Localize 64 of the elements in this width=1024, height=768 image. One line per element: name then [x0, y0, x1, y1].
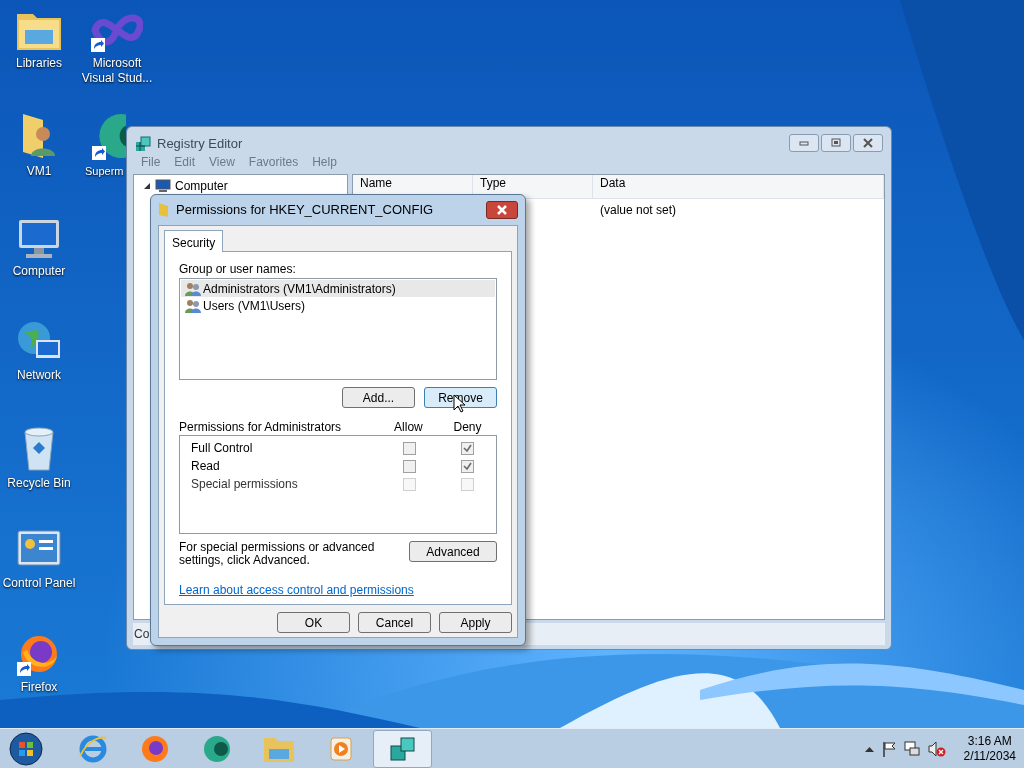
permission-name: Read: [191, 458, 221, 475]
dialog-title: Permissions for HKEY_CURRENT_CONFIG: [176, 201, 434, 220]
help-link[interactable]: Learn about access control and permissions: [179, 581, 414, 599]
close-icon: [862, 138, 874, 148]
checkbox[interactable]: [403, 441, 417, 455]
table-cell-text: (value not set): [599, 202, 677, 219]
shortcut-arrow-icon: [91, 38, 105, 52]
desktop-icon-label[interactable]: Superm: [84, 164, 125, 179]
minimize-icon: [799, 140, 809, 146]
flag-icon[interactable]: [881, 740, 896, 757]
desktop-icon-label[interactable]: Control Panel: [1, 576, 77, 591]
checkbox[interactable]: [460, 459, 474, 473]
checkbox[interactable]: [403, 459, 417, 473]
desktop-icon-label[interactable]: VM1: [25, 164, 53, 179]
advanced-hint: For special permissions or advanced settings, click Advanced.: [179, 541, 376, 567]
clock-time[interactable]: 3:16 AM: [967, 733, 1012, 749]
desktop-icon-label[interactable]: Recycle Bin: [6, 476, 72, 491]
advanced-button[interactable]: Advanced: [409, 541, 497, 562]
window-title: Registry Editor: [157, 135, 243, 154]
user-list-item[interactable]: Users (VM1\Users): [181, 297, 495, 314]
maximize-icon: [831, 138, 841, 148]
permissions-label: Permissions for Administrators: [179, 419, 343, 432]
show-hidden-icons-button[interactable]: [864, 745, 874, 752]
shortcut-arrow-icon: [17, 662, 31, 676]
maximize-button[interactable]: [821, 134, 851, 152]
expanded-arrow-icon[interactable]: [144, 182, 151, 190]
firefox-icon: [139, 733, 170, 764]
muted-speaker-icon[interactable]: [927, 740, 946, 757]
dialog-button[interactable]: OK: [277, 612, 350, 633]
desktop-icon-label[interactable]: Computer: [11, 264, 67, 279]
user-name: Users (VM1\Users): [203, 297, 305, 315]
registry-cubes-icon: [135, 136, 151, 152]
permission-name: Special permissions: [191, 476, 299, 493]
desktop-icon-label[interactable]: Firefox: [19, 680, 59, 695]
users-icon: [185, 298, 201, 313]
computer-icon: [155, 179, 171, 193]
close-button[interactable]: [853, 134, 883, 152]
user-list[interactable]: Administrators (VM1\Administrators) Users (VM1\Users): [179, 278, 497, 380]
column-header[interactable]: Data: [593, 175, 884, 198]
folder-icon: [158, 202, 170, 218]
user-list-item[interactable]: Administrators (VM1\Administrators): [181, 280, 495, 297]
desktop-icon-label[interactable]: Network: [16, 368, 62, 383]
user-button[interactable]: Add...: [342, 387, 415, 408]
dialog-button[interactable]: Apply: [439, 612, 512, 633]
desktop-icon-label[interactable]: Microsoft Visual Stud...: [78, 56, 156, 86]
column-header: Allow: [393, 419, 424, 432]
group-label: Group or user names:: [179, 261, 297, 276]
dialog-button[interactable]: Cancel: [358, 612, 431, 633]
checkbox[interactable]: [460, 441, 474, 455]
close-icon: [496, 205, 508, 215]
users-icon: [185, 281, 201, 296]
tree-item[interactable]: Computer: [175, 177, 228, 195]
tab[interactable]: Security: [164, 230, 224, 252]
column-header: Deny: [452, 419, 483, 432]
network-icon[interactable]: [903, 740, 920, 757]
shortcut-arrow-icon: [92, 146, 106, 160]
desktop-icon-label[interactable]: Libraries: [15, 56, 63, 71]
taskbar-button[interactable]: [373, 729, 432, 768]
user-name: Administrators (VM1\Administrators): [203, 280, 396, 298]
ie-icon: [77, 733, 108, 764]
clock-date[interactable]: 2/11/2034: [963, 748, 1016, 764]
close-button[interactable]: [486, 201, 518, 219]
permission-name: Full Control: [191, 440, 254, 457]
status-bar-text: Co: [134, 626, 150, 643]
